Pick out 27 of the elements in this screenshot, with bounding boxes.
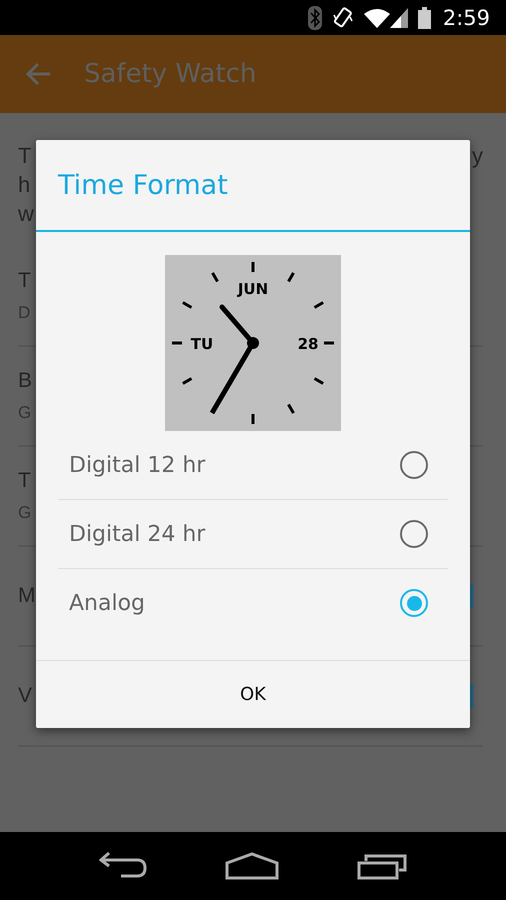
app-title: Safety Watch (84, 59, 256, 89)
radio-button[interactable] (400, 520, 428, 548)
bluetooth-icon (308, 6, 322, 30)
setting-title: T (18, 469, 32, 493)
analog-clock-preview: JUN TU 28 (165, 255, 341, 431)
setting-title: M (18, 584, 36, 608)
setting-title: B (18, 369, 32, 393)
dialog-title: Time Format (36, 140, 470, 232)
description-text: h (18, 171, 30, 199)
home-button[interactable] (225, 852, 279, 880)
back-button[interactable] (99, 852, 147, 880)
radio-option[interactable]: Digital 12 hr (58, 431, 448, 499)
vibrate-icon (332, 6, 354, 28)
battery-icon (418, 6, 431, 28)
setting-title: V (18, 684, 32, 708)
recent-apps-button[interactable] (357, 852, 407, 880)
setting-title: T (18, 269, 31, 293)
clock-time: 2:59 (442, 6, 490, 30)
description-text: y (472, 142, 483, 170)
ok-button[interactable]: OK (36, 661, 470, 728)
radio-button[interactable] (400, 451, 428, 479)
description-text: w (18, 200, 34, 228)
description-text: T (18, 142, 32, 170)
signal-icon (390, 8, 408, 28)
radio-option[interactable]: Digital 24 hr (58, 499, 448, 568)
radio-button[interactable] (400, 589, 428, 617)
radio-option[interactable]: Analog (58, 568, 448, 637)
